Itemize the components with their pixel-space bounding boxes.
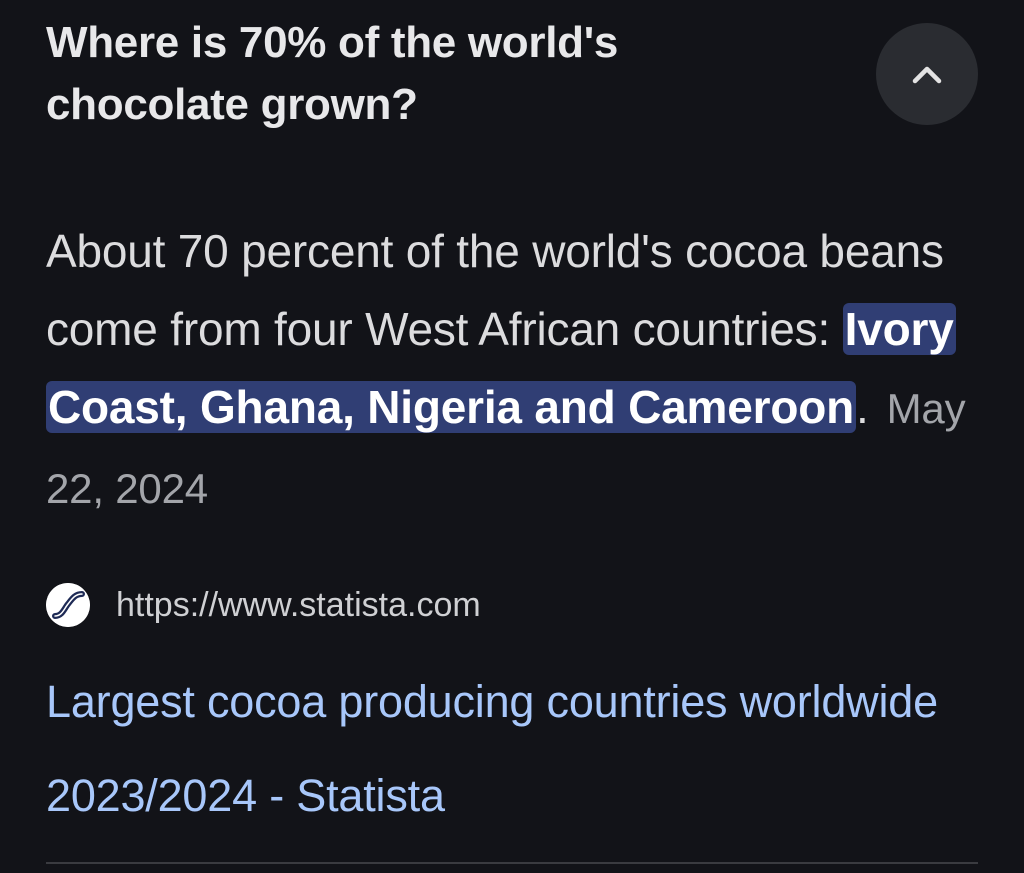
chevron-up-icon: [907, 54, 947, 94]
question-heading: Where is 70% of the world's chocolate gr…: [46, 18, 619, 129]
answer-prefix: About 70 percent of the world's cocoa be…: [46, 225, 944, 355]
divider: [46, 862, 978, 864]
result-title-link[interactable]: Largest cocoa producing countries worldw…: [46, 655, 946, 843]
source-url[interactable]: https://www.statista.com: [116, 586, 481, 625]
collapse-button[interactable]: [876, 23, 978, 125]
source-row[interactable]: https://www.statista.com: [46, 583, 481, 627]
featured-snippet-panel: Where is 70% of the world's chocolate gr…: [0, 0, 1024, 873]
answer-suffix: .: [856, 381, 869, 433]
answer-text: About 70 percent of the world's cocoa be…: [46, 212, 986, 528]
statista-icon: [46, 583, 90, 627]
